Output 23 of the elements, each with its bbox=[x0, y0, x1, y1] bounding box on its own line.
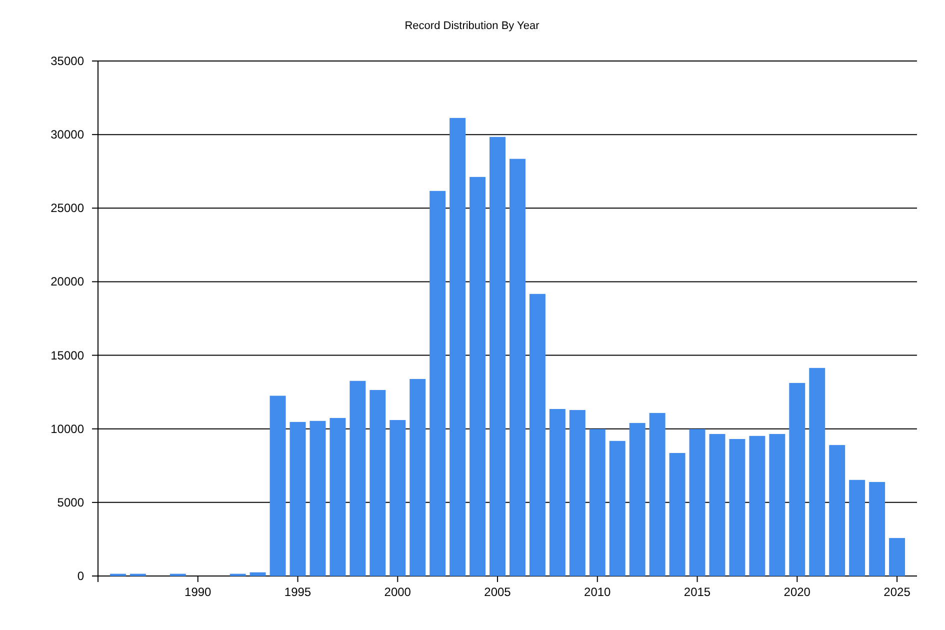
axis-tick-label: 35000 bbox=[50, 54, 84, 68]
axis-tick-label: 30000 bbox=[50, 128, 84, 142]
chart-title: Record Distribution By Year bbox=[404, 20, 540, 32]
axis-tick-label: 2000 bbox=[384, 585, 411, 599]
axis-tick-label: 0 bbox=[77, 569, 84, 583]
axis-tick-label: 2020 bbox=[784, 585, 810, 599]
bar bbox=[250, 572, 266, 576]
bar bbox=[170, 574, 186, 576]
axis-tick-label: 10000 bbox=[50, 422, 84, 436]
axis-tick-label: 20000 bbox=[50, 274, 84, 289]
bar bbox=[230, 574, 246, 576]
axis-tick-label: 25000 bbox=[50, 201, 84, 216]
bar bbox=[130, 574, 146, 576]
axis-tick-label: 5000 bbox=[57, 495, 84, 510]
bar bbox=[110, 574, 126, 576]
axis-tick-label: 2005 bbox=[484, 585, 511, 599]
bar bbox=[889, 538, 906, 576]
axis-tick-label: 2010 bbox=[584, 585, 611, 599]
axis-tick-label: 15000 bbox=[50, 348, 84, 362]
axis-tick-label: 1990 bbox=[184, 585, 212, 599]
axis-tick-label: 2025 bbox=[884, 585, 910, 599]
axis-tick-label: 1995 bbox=[284, 585, 312, 599]
axis-tick-label: 2015 bbox=[684, 585, 711, 599]
